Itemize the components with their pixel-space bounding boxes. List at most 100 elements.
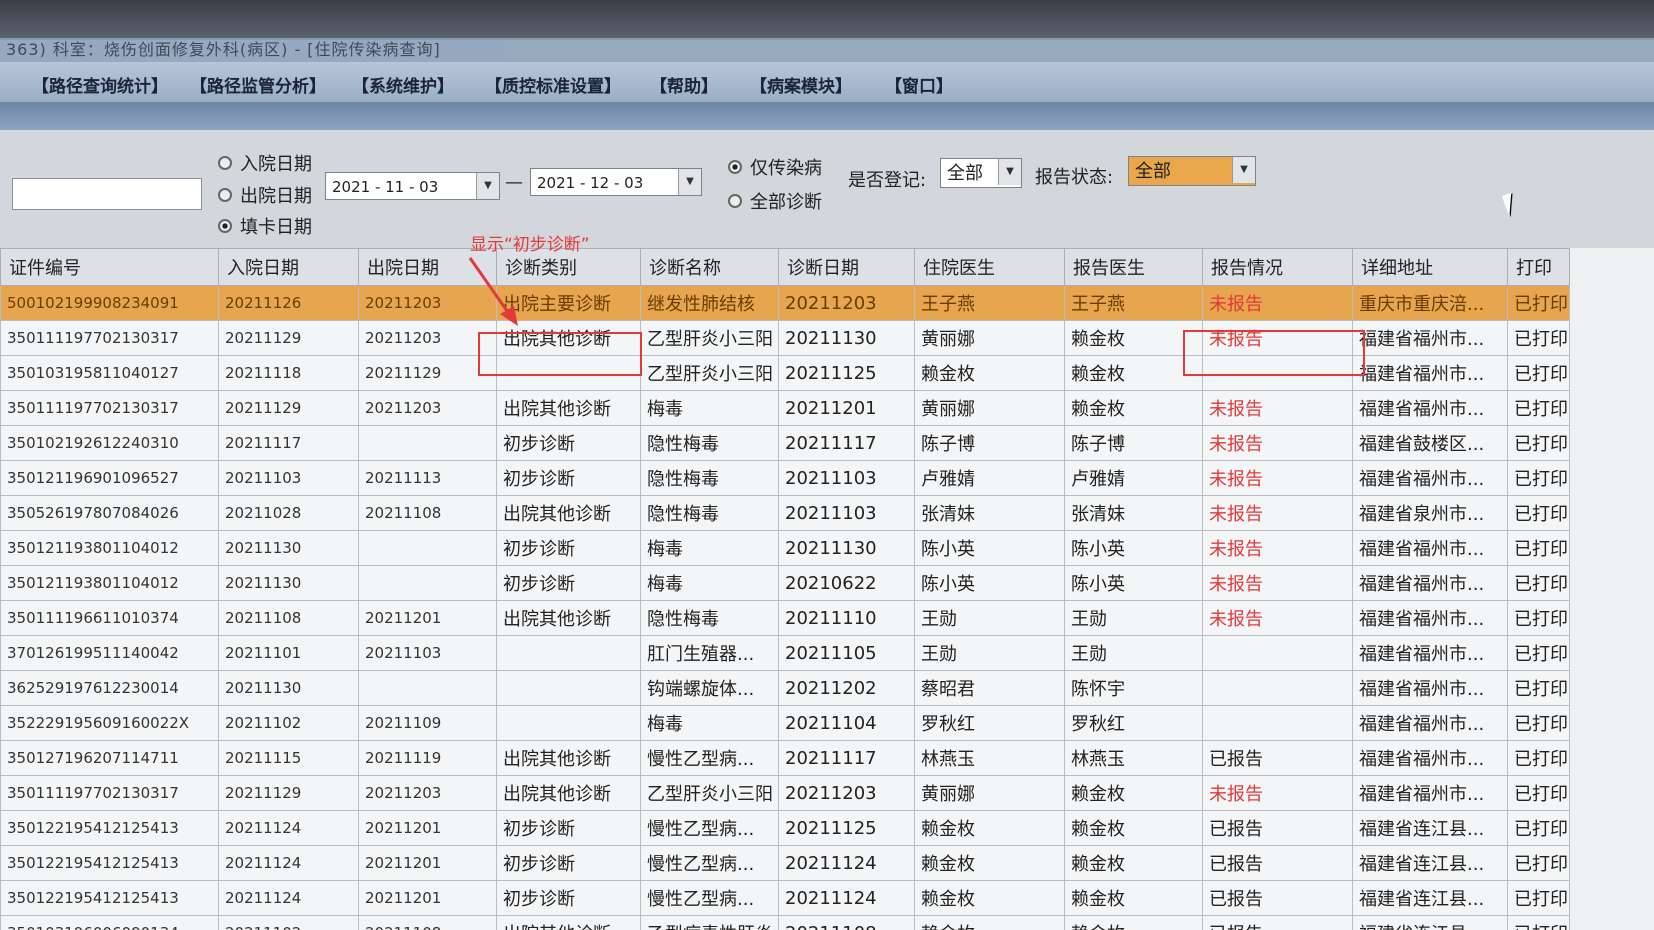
menu-path-monitor[interactable]: 【路径监管分析】 (190, 72, 326, 97)
keyword-input[interactable] (12, 178, 202, 210)
table-cell: 福建省福州市... (1352, 460, 1508, 496)
table-cell: 初步诊断 (496, 425, 641, 461)
table-cell: 已打印 (1507, 670, 1570, 706)
table-cell: 20211102 (218, 705, 359, 741)
menu-bar: 【路径查询统计】 【路径监管分析】 【系统维护】 【质控标准设置】 【帮助】 【… (0, 62, 1654, 102)
table-row[interactable]: 350121196901096527 20211103 20211113 初步诊断 隐性… (0, 460, 1570, 496)
table-cell: 350127196207114711 (0, 740, 219, 776)
table-cell: 初步诊断 (496, 460, 641, 496)
table-cell: 20211101 (218, 635, 359, 671)
chevron-down-icon[interactable]: ▼ (678, 169, 701, 195)
table-row[interactable]: 350111196611010374 20211108 20211201 出院其他诊断… (0, 600, 1570, 636)
col-id-number[interactable]: 证件编号 (0, 248, 219, 286)
col-admit-date[interactable]: 入院日期 (218, 248, 359, 286)
table-cell (1202, 670, 1353, 706)
chevron-down-icon[interactable]: ▼ (476, 173, 499, 199)
menu-path-query[interactable]: 【路径查询统计】 (32, 72, 168, 97)
table-cell: 梅毒 (640, 390, 779, 426)
table-cell: 350103195811040127 (0, 355, 219, 391)
table-cell: 罗秋红 (914, 705, 1065, 741)
table-cell: 20211203 (358, 320, 497, 356)
table-cell: 卢雅婧 (914, 460, 1065, 496)
table-cell: 20211201 (778, 390, 915, 426)
table-cell: 20211124 (218, 810, 359, 846)
radio-card-date[interactable]: 填卡日期 (218, 213, 312, 239)
col-diagnosis-date[interactable]: 诊断日期 (778, 248, 915, 286)
radio-admit-date[interactable]: 入院日期 (218, 150, 312, 176)
table-cell: 赖金枚 (914, 915, 1065, 930)
table-cell: 陈怀宇 (1064, 670, 1203, 706)
table-row[interactable]: 352229195609160022X 20211102 20211109 梅毒 202… (0, 705, 1570, 741)
table-row[interactable]: 350122195412125413 20211124 20211201 初步诊断 慢性… (0, 810, 1570, 846)
table-row[interactable]: 350111197702130317 20211129 20211203 出院其他诊断… (0, 775, 1570, 811)
table-cell: 20211028 (218, 495, 359, 531)
report-status-select[interactable]: 全部 ▼ (1128, 156, 1256, 186)
table-cell: 梅毒 (640, 565, 779, 601)
table-cell: 已打印 (1507, 600, 1570, 636)
table-cell: 20211102 (218, 915, 359, 930)
col-report-doctor[interactable]: 报告医生 (1064, 248, 1203, 286)
table-row[interactable]: 350102192612240310 20211117 初步诊断 隐性梅毒 202111… (0, 425, 1570, 461)
col-address[interactable]: 详细地址 (1352, 248, 1508, 286)
table-cell: 福建省福州市... (1352, 600, 1508, 636)
registered-select[interactable]: 全部 ▼ (940, 158, 1022, 188)
date-from-picker[interactable]: 2021 - 11 - 03 ▼ (325, 172, 500, 200)
table-row[interactable]: 350122195412125413 20211124 20211201 初步诊断 慢性… (0, 845, 1570, 881)
table-cell: 350122195412125413 (0, 880, 219, 916)
col-ward-doctor[interactable]: 住院医生 (914, 248, 1065, 286)
radio-discharge-date[interactable]: 出院日期 (218, 182, 312, 208)
col-report-status[interactable]: 报告情况 (1202, 248, 1353, 286)
table-row[interactable]: 362529197612230014 20211130 钩端螺旋体... 202112… (0, 670, 1570, 706)
table-cell: 500102199908234091 (0, 285, 219, 321)
table-cell: 继发性肺结核 (640, 285, 779, 321)
menu-help[interactable]: 【帮助】 (650, 72, 718, 97)
table-cell: 20211129 (358, 355, 497, 391)
radio-all-diagnoses[interactable]: 全部诊断 (728, 188, 822, 214)
table-cell: 20211104 (778, 705, 915, 741)
table-cell: 张清妹 (914, 495, 1065, 531)
table-cell: 20211202 (778, 670, 915, 706)
menu-window[interactable]: 【窗口】 (885, 72, 953, 97)
chevron-down-icon[interactable]: ▼ (998, 159, 1021, 185)
table-cell: 福建省福州市... (1352, 705, 1508, 741)
table-cell: 王子燕 (1064, 285, 1203, 321)
col-print[interactable]: 打印 (1507, 248, 1570, 286)
table-row[interactable]: 350111197702130317 20211129 20211203 出院其他诊断… (0, 390, 1570, 426)
chevron-down-icon[interactable]: ▼ (1232, 157, 1255, 183)
table-cell: 20211124 (778, 845, 915, 881)
table-cell: 20211108 (218, 600, 359, 636)
table-cell: 陈小英 (1064, 530, 1203, 566)
menu-system[interactable]: 【系统维护】 (352, 72, 454, 97)
table-cell: 陈小英 (914, 565, 1065, 601)
table-cell: 350121193801104012 (0, 565, 219, 601)
date-to-picker[interactable]: 2021 - 12 - 03 ▼ (530, 168, 702, 196)
table-row[interactable]: 350121193801104012 20211130 初步诊断 梅毒 20211130… (0, 530, 1570, 566)
table-cell: 陈子博 (914, 425, 1065, 461)
radio-icon (218, 156, 232, 170)
table-cell: 卢雅婧 (1064, 460, 1203, 496)
table-cell (358, 425, 497, 461)
col-diagnosis-name[interactable]: 诊断名称 (640, 248, 779, 286)
table-cell: 慢性乙型病... (640, 740, 779, 776)
table-row[interactable]: 350526197807084026 20211028 20211108 出院其他诊断… (0, 495, 1570, 531)
table-row[interactable]: 3501031960060901342021110220211108出院其他诊断… (0, 915, 1570, 930)
table-cell: 未报告 (1202, 425, 1353, 461)
table-cell: 张清妹 (1064, 495, 1203, 531)
table-cell: 隐性梅毒 (640, 460, 779, 496)
table-cell: 20211118 (218, 355, 359, 391)
table-cell: 350121193801104012 (0, 530, 219, 566)
table-cell: 福建省福州市... (1352, 670, 1508, 706)
table-cell: 20211103 (778, 495, 915, 531)
table-row[interactable]: 350121193801104012 20211130 初步诊断 梅毒 20210622… (0, 565, 1570, 601)
table-cell: 黄丽娜 (914, 775, 1065, 811)
radio-infectious-only[interactable]: 仅传染病 (728, 154, 822, 180)
table-row[interactable]: 370126199511140042 20211101 20211103 肛门生殖器.… (0, 635, 1570, 671)
menu-quality[interactable]: 【质控标准设置】 (485, 72, 621, 97)
table-row[interactable]: 500102199908234091 20211126 20211203 出院主要诊断… (0, 285, 1570, 321)
table-cell: 20211130 (218, 670, 359, 706)
table-cell: 钩端螺旋体... (640, 670, 779, 706)
menu-case[interactable]: 【病案模块】 (750, 72, 852, 97)
table-row[interactable]: 350127196207114711 20211115 20211119 出院其他诊断… (0, 740, 1570, 776)
table-cell: 未报告 (1202, 390, 1353, 426)
table-row[interactable]: 350122195412125413 20211124 20211201 初步诊断 慢性… (0, 880, 1570, 916)
